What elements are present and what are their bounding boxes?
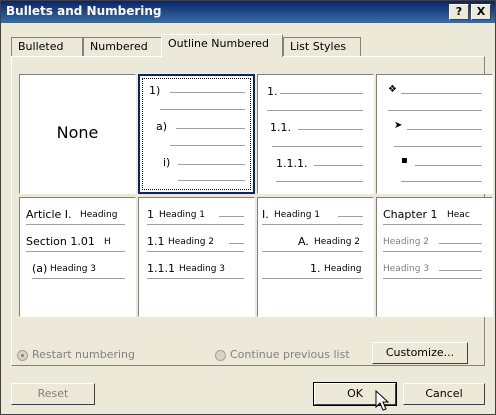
tab-panel: None 1) a) i) 1. 1.1. 1.1.1. ❖ ➤ ▪ Artic… [11, 56, 493, 366]
option-symbol-bullets[interactable]: ❖ ➤ ▪ [376, 74, 493, 194]
line [32, 278, 125, 279]
help-button[interactable]: ? [449, 4, 469, 20]
line [394, 146, 482, 147]
level1-number: Chapter 1 [383, 208, 438, 221]
line [383, 251, 482, 252]
line [178, 180, 245, 181]
line [280, 93, 363, 94]
level2-label: a) [156, 120, 168, 133]
line [219, 216, 244, 217]
line [401, 93, 482, 94]
line [147, 224, 244, 225]
level1-number: 1 [147, 208, 154, 221]
level1-heading: Heading 1 [274, 210, 321, 220]
option-1-heading[interactable]: 1 Heading 1 1.1 Heading 2 1.1.1 Heading … [138, 197, 255, 317]
level1-label: 1. [267, 85, 278, 98]
level3-heading: Heading 3 [383, 264, 430, 274]
none-label: None [56, 123, 99, 142]
mouse-cursor-icon [375, 390, 390, 411]
level2-number: Section 1.01 [26, 235, 95, 248]
cancel-button[interactable]: Cancel [403, 383, 485, 405]
line [160, 109, 245, 110]
line [276, 181, 363, 182]
option-1-1.1-1.1.1[interactable]: 1. 1.1. 1.1.1. [257, 74, 374, 194]
reset-button[interactable]: Reset [11, 383, 95, 405]
line [26, 251, 125, 252]
line [170, 145, 245, 146]
line [388, 110, 482, 111]
option-article-section[interactable]: Article I. Heading Section 1.01 H (a) He… [19, 197, 136, 317]
level2-label: 1.1. [270, 121, 291, 134]
level2-number: 1.1 [147, 235, 165, 248]
level3-heading: Heading [324, 264, 362, 274]
level2-heading: Heading 2 [168, 237, 215, 247]
line [262, 251, 363, 252]
line [383, 278, 482, 279]
tab-list-styles[interactable]: List Styles [283, 37, 361, 56]
level3-heading: Heading 3 [179, 264, 226, 274]
line [383, 224, 482, 225]
option-none[interactable]: None [19, 74, 136, 194]
continue-list-label: Continue previous list [230, 348, 350, 361]
level1-heading: Heading [80, 210, 118, 220]
line [267, 110, 363, 111]
line [178, 164, 245, 165]
line [170, 92, 245, 93]
level3-number: 1.1.1 [147, 262, 175, 275]
level2-heading: H [104, 237, 111, 247]
close-button[interactable]: X [471, 4, 491, 20]
restart-numbering-radio[interactable] [17, 350, 28, 361]
continue-list-radio[interactable] [215, 350, 226, 361]
restart-numbering-label: Restart numbering [32, 348, 135, 361]
option-1-a-i[interactable]: 1) a) i) [138, 74, 255, 194]
line [298, 129, 363, 130]
level2-heading: Heading 2 [314, 237, 361, 247]
tab-outline-numbered[interactable]: Outline Numbered [161, 34, 283, 57]
line [272, 146, 363, 147]
line [439, 243, 482, 244]
line [262, 278, 363, 279]
line [415, 165, 482, 166]
line [26, 224, 125, 225]
line [407, 129, 482, 130]
line [262, 224, 363, 225]
customize-button[interactable]: Customize... [372, 342, 468, 364]
option-roman-heading[interactable]: I. Heading 1 A. Heading 2 1. Heading [257, 197, 374, 317]
line [338, 216, 363, 217]
tab-numbered[interactable]: Numbered [83, 37, 163, 56]
dialog-title: Bullets and Numbering [6, 4, 162, 18]
level2-number: A. [298, 235, 309, 248]
line [147, 278, 244, 279]
line [439, 270, 482, 271]
option-chapter-heading[interactable]: Chapter 1 Heac Heading 2 Heading 3 [376, 197, 493, 317]
square-bullet-icon: ▪ [401, 155, 408, 166]
level1-label: 1) [149, 84, 161, 97]
line [147, 251, 244, 252]
level3-number: (a) [32, 262, 48, 275]
level2-heading: Heading 2 [383, 237, 430, 247]
level1-heading: Heac [447, 210, 470, 220]
line [401, 181, 482, 182]
level3-number: 1. [310, 262, 321, 275]
arrow-bullet-icon: ➤ [394, 120, 403, 131]
tab-bulleted[interactable]: Bulleted [11, 37, 83, 56]
level1-heading: Heading 1 [159, 210, 206, 220]
line [176, 128, 245, 129]
line [314, 165, 363, 166]
diamond-bullet-icon: ❖ [388, 84, 397, 95]
level3-heading: Heading 3 [50, 264, 97, 274]
title-bar[interactable]: Bullets and Numbering ? X [1, 1, 495, 23]
line [229, 243, 244, 244]
level1-number: Article I. [26, 208, 72, 221]
level3-label: i) [163, 156, 171, 169]
level1-number: I. [262, 208, 269, 221]
level3-label: 1.1.1. [276, 157, 308, 170]
bullets-numbering-dialog: Bullets and Numbering ? X Bulleted Numbe… [0, 0, 496, 415]
